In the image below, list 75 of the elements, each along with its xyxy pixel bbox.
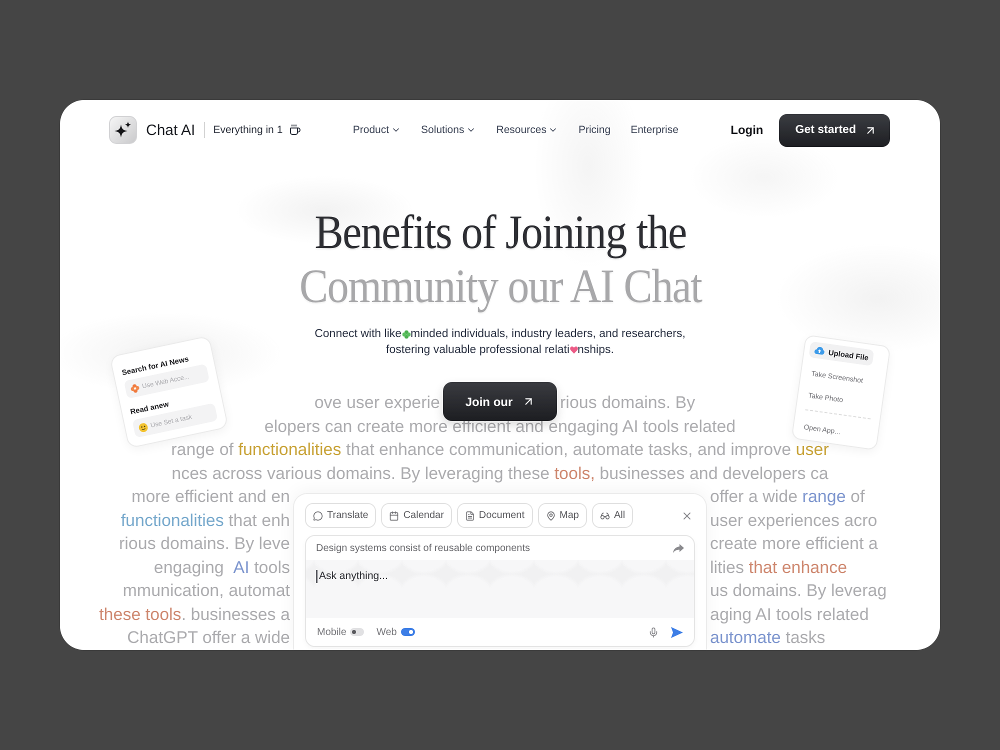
background-text: that enh [228, 510, 290, 532]
nav-link[interactable]: Enterprise [630, 124, 678, 136]
background-text: user experiences acro [710, 510, 878, 532]
menu-divider [805, 409, 871, 420]
tagline: Everything in 1 [213, 124, 283, 136]
highlighted-word: tools, [554, 462, 595, 484]
subtitle-text: fostering valuable professional relati [386, 344, 570, 356]
highlighted-word: AI [233, 556, 250, 578]
document-icon [464, 510, 475, 520]
heart-icon [570, 346, 578, 354]
highlighted-word: user [796, 439, 829, 461]
clover-icon [402, 330, 411, 338]
background-text: offer a wide [710, 486, 799, 508]
background-text: that enhance communication, automate tasks, and improve [344, 439, 792, 461]
background-text: range of [171, 439, 235, 461]
send-icon[interactable] [671, 626, 683, 638]
ask-field[interactable]: Ask anything... [306, 560, 694, 618]
background-text: tasks [784, 627, 826, 649]
background-text: aging AI tools related [710, 604, 869, 626]
calendar-icon [389, 510, 400, 520]
filter-chip[interactable]: Calendar [381, 503, 452, 528]
background-text: ChatGPT offer a wide [127, 627, 290, 649]
brand-name: Chat AI [146, 122, 196, 138]
nav-link[interactable]: Resources [496, 124, 558, 136]
background-text: us domains. By leverag [710, 580, 887, 602]
background-text: ove user experie [314, 392, 440, 414]
background-text: lities [710, 556, 746, 578]
glasses-icon [600, 510, 610, 520]
background-text: tools [253, 556, 290, 578]
highlighted-word: that enhance [748, 556, 848, 578]
close-icon[interactable] [681, 510, 693, 522]
speech-bubble-icon [313, 510, 323, 520]
subtitle-text: nships. [578, 344, 614, 356]
nav-link[interactable]: Product [352, 124, 402, 136]
background-text: create more efficient a [710, 533, 878, 555]
subtitle-text: Connect with like [314, 328, 402, 340]
join-button[interactable]: Join our [443, 382, 557, 421]
login-link[interactable]: Login [730, 123, 764, 137]
background-text: of [850, 486, 865, 508]
suggestion-text[interactable]: Design systems consist of reusable components [316, 542, 530, 554]
smiley-icon [138, 422, 149, 432]
filter-chip[interactable]: Translate [305, 503, 376, 528]
filter-chip[interactable]: Map [538, 503, 587, 528]
subtitle-text: minded individuals, industry leaders, and researchers, [410, 328, 686, 340]
highlighted-word: automate [710, 627, 781, 649]
filter-chip[interactable]: Document [456, 503, 532, 528]
nav-link[interactable]: Solutions [421, 124, 476, 136]
flower-icon [130, 382, 140, 394]
background-text: nces across various domains. By leveraging these [172, 462, 551, 484]
background-text: mmunication, automat [122, 580, 290, 602]
map-pin-icon [546, 510, 556, 520]
highlighted-word: range [802, 486, 846, 508]
microphone-icon[interactable] [648, 626, 659, 638]
cloud-upload-icon [814, 346, 826, 356]
filter-chip[interactable]: All [592, 503, 634, 528]
background-text: engaging [154, 556, 225, 578]
toggle-label: Mobile [317, 626, 346, 638]
highlighted-word: these tools [99, 604, 182, 626]
toggle-switch[interactable] [400, 628, 415, 636]
background-text: more efficient and en [132, 486, 290, 508]
background-text: rious domains. By leve [118, 533, 290, 555]
get-started-button[interactable]: Get started [779, 114, 890, 146]
sparkle-logo-icon[interactable] [109, 116, 137, 144]
highlighted-word: functionalities [238, 439, 342, 461]
background-text: . businesses a [181, 604, 290, 626]
toggle-switch[interactable] [350, 628, 364, 636]
background-text: rious domains. By [560, 392, 696, 414]
nav-link[interactable]: Pricing [578, 124, 611, 136]
heading-line: Community our AI Chat [298, 260, 702, 314]
toggle-label: Web [376, 626, 397, 638]
coffee-cup-icon [288, 124, 301, 136]
highlighted-word: functionalities [120, 510, 224, 532]
background-text: businesses and developers ca [598, 462, 828, 484]
heading-line: Benefits of Joining the [314, 206, 686, 260]
forward-arrow-icon[interactable] [673, 544, 684, 552]
